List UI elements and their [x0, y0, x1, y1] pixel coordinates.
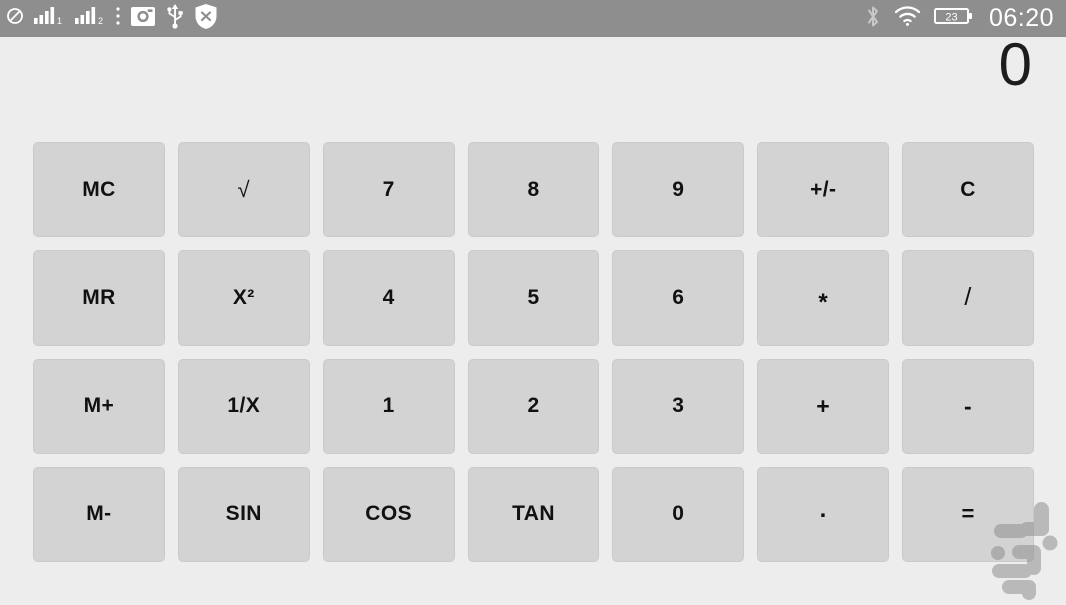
key-label: X²: [232, 285, 255, 309]
key-label: 9: [672, 177, 685, 201]
key-label: 7: [382, 177, 395, 201]
key-3[interactable]: 3: [612, 358, 745, 454]
key-1[interactable]: 1: [322, 358, 455, 454]
key-multiply[interactable]: *: [757, 250, 890, 346]
key-label: *: [818, 288, 829, 316]
key-label: 1/X: [227, 394, 261, 418]
key-subtract[interactable]: -: [902, 358, 1034, 454]
key-cos[interactable]: COS: [322, 466, 455, 562]
signal-bars-sim2-icon: 2: [74, 6, 106, 31]
key-label: 3: [672, 394, 685, 418]
key-7[interactable]: 7: [322, 142, 455, 238]
key-reciprocal[interactable]: 1/X: [177, 358, 310, 454]
key-2[interactable]: 2: [467, 358, 600, 454]
key-label: 1: [382, 394, 395, 418]
key-sin[interactable]: SIN: [177, 466, 310, 562]
key-label: =: [961, 501, 975, 527]
battery-icon: 23: [933, 5, 974, 32]
key-square[interactable]: X²: [177, 250, 310, 346]
key-label: M-: [86, 502, 112, 526]
key-9[interactable]: 9: [612, 142, 745, 238]
key-tan[interactable]: TAN: [467, 466, 600, 562]
key-sqrt[interactable]: √: [177, 142, 310, 238]
key-label: 8: [527, 177, 540, 201]
key-m-plus[interactable]: M+: [33, 358, 165, 454]
calculator-display: 0: [0, 31, 1066, 105]
more-options-icon[interactable]: [115, 5, 121, 32]
key-8[interactable]: 8: [467, 142, 600, 238]
key-4[interactable]: 4: [322, 250, 455, 346]
key-label: SIN: [225, 502, 262, 526]
key-6[interactable]: 6: [612, 250, 745, 346]
key-label: COS: [365, 502, 412, 526]
key-add[interactable]: +: [757, 358, 890, 454]
key-0[interactable]: 0: [612, 466, 745, 562]
key-clear[interactable]: C: [902, 142, 1034, 238]
signal-bars-sim1-icon: 1: [33, 6, 65, 31]
key-label: TAN: [512, 502, 555, 526]
key-label: 0: [672, 502, 685, 526]
key-mr[interactable]: MR: [33, 250, 165, 346]
shield-close-icon: [194, 3, 218, 35]
svg-text:2: 2: [98, 16, 103, 26]
key-label: +: [816, 392, 831, 419]
key-label: C: [960, 177, 976, 201]
key-label: √: [237, 176, 251, 202]
key-label: 6: [672, 285, 685, 309]
bluetooth-icon: [865, 4, 881, 34]
display-value: 0: [998, 31, 1032, 98]
key-label: .: [819, 496, 827, 524]
key-5[interactable]: 5: [467, 250, 600, 346]
key-equals[interactable]: =: [902, 466, 1034, 562]
status-bar-left-icons: 1 2: [6, 0, 227, 37]
key-divide[interactable]: /: [902, 250, 1034, 346]
key-sign-toggle[interactable]: +/-: [757, 142, 890, 238]
key-label: 4: [382, 285, 395, 309]
key-label: M+: [83, 394, 115, 418]
key-label: MC: [82, 177, 116, 201]
svg-text:1: 1: [57, 16, 62, 26]
no-signal-icon: [6, 7, 24, 30]
camera-icon: [130, 3, 156, 34]
wifi-icon: [894, 5, 921, 32]
key-label: -: [964, 392, 973, 419]
key-label: /: [964, 283, 972, 312]
key-decimal-point[interactable]: .: [757, 466, 890, 562]
key-mc[interactable]: MC: [33, 142, 165, 238]
battery-level-text: 23: [945, 12, 957, 24]
key-label: 5: [527, 285, 540, 309]
calculator-keypad: MC √ 7 8 9 +/- C MR X² 4 5 6 * / M+ 1/X …: [33, 142, 1034, 562]
usb-icon: [165, 3, 185, 34]
key-label: +/-: [810, 177, 837, 201]
key-label: 2: [527, 394, 540, 418]
calculator-app: 1 2 23 06:20 0 MC √ 7 8 9 +/- C MR X² 4 …: [0, 0, 1066, 600]
status-bar: 1 2 23 06:20: [0, 0, 1066, 37]
key-m-minus[interactable]: M-: [33, 466, 165, 562]
key-label: MR: [82, 285, 116, 309]
